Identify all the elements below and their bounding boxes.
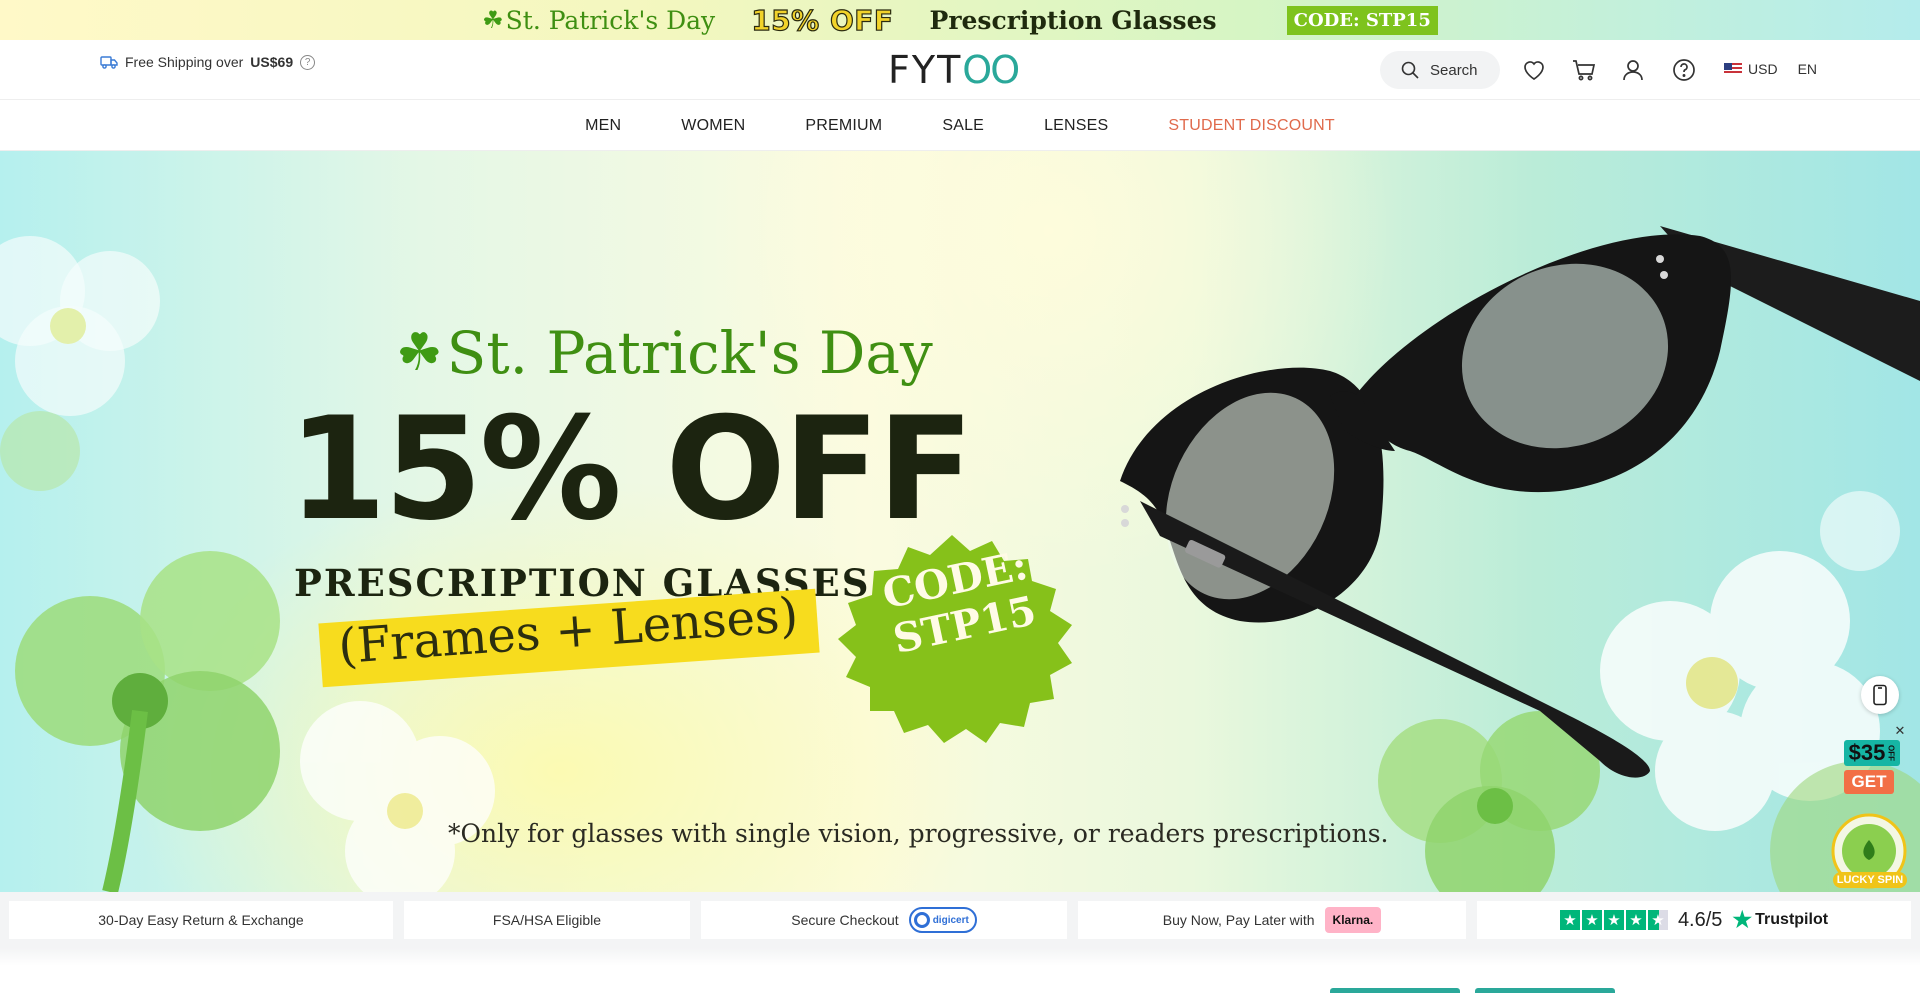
app-download-button[interactable]	[1861, 676, 1899, 714]
star-icon: ★	[1625, 910, 1646, 930]
coupon-close-icon[interactable]: ✕	[1893, 724, 1907, 738]
search-icon	[1401, 61, 1419, 79]
language-label[interactable]: EN	[1798, 61, 1817, 77]
locale-selector[interactable]: USD EN	[1724, 61, 1817, 77]
trustpilot-label: Trustpilot	[1755, 911, 1829, 928]
promo-banner[interactable]: ☘ St. Patrick's Day 15% OFF Prescription…	[0, 0, 1920, 40]
nav-item-lenses[interactable]: LENSES	[1014, 117, 1138, 135]
trust-bnpl[interactable]: Buy Now, Pay Later with Klarna.	[1078, 901, 1466, 939]
currency-label: USD	[1748, 61, 1778, 77]
hero-offer: 15% OFF	[288, 387, 974, 552]
digicert-logo: digicert	[908, 907, 977, 933]
digicert-seal-icon	[913, 912, 930, 928]
hero-banner[interactable]: ☘ St. Patrick's Day 15% OFF PRESCRIPTION…	[0, 151, 1920, 892]
trustpilot-star-icon: ★	[1732, 907, 1753, 932]
klarna-logo: Klarna.	[1324, 907, 1382, 933]
promo-offer: 15% OFF	[751, 3, 894, 37]
trust-bar: 30-Day Easy Return & Exchange FSA/HSA El…	[0, 892, 1920, 948]
free-shipping-notice: Free Shipping over US$69 ?	[100, 54, 316, 70]
star-icon: ★	[1559, 910, 1580, 930]
coupon-get-button[interactable]: GET	[1844, 770, 1894, 794]
nav-item-student-discount[interactable]: STUDENT DISCOUNT	[1138, 117, 1364, 135]
shamrock-icon: ☘	[396, 323, 443, 383]
cart-icon[interactable]	[1571, 57, 1597, 83]
shipping-amount: US$69	[250, 54, 294, 70]
logo-text-end: OO	[962, 48, 1020, 92]
promo-product: Prescription Glasses	[929, 5, 1217, 35]
coupon-off-label: OFF	[1886, 745, 1896, 761]
trust-fsa[interactable]: FSA/HSA Eligible	[404, 901, 690, 939]
nav-item-men[interactable]: MEN	[555, 117, 651, 135]
help-icon[interactable]	[1671, 57, 1697, 83]
promo-code-badge: CODE: STP15	[1286, 5, 1438, 35]
trust-fsa-label: FSA/HSA Eligible	[492, 912, 602, 928]
coupon-amount[interactable]: $35 OFF	[1844, 740, 1900, 766]
digicert-label: digicert	[932, 914, 969, 926]
hero-holiday-text: St. Patrick's Day	[446, 319, 933, 387]
lucky-spin-label[interactable]: LUCKY SPIN	[1833, 872, 1907, 888]
left-flower-decoration	[0, 236, 160, 416]
mobile-phone-icon	[1873, 684, 1887, 706]
next-section-preview	[0, 948, 1920, 993]
rating-value: 4.6/5	[1677, 908, 1723, 931]
star-icon: ★	[1581, 910, 1602, 930]
trust-checkout-label: Secure Checkout	[791, 912, 899, 928]
truck-icon	[100, 56, 118, 69]
section-tab-indicator	[1475, 988, 1615, 993]
rating-stars: ★ ★ ★ ★ ★	[1559, 910, 1668, 930]
heart-icon[interactable]	[1521, 57, 1547, 83]
promo-holiday-text: St. Patrick's Day	[505, 5, 716, 35]
trust-return-label: 30-Day Easy Return & Exchange	[98, 912, 304, 928]
search-label: Search	[1430, 61, 1478, 79]
search-button[interactable]: Search	[1380, 51, 1500, 89]
shipping-label: Free Shipping over	[125, 54, 244, 70]
account-icon[interactable]	[1620, 57, 1646, 83]
hero-disclaimer: *Only for glasses with single vision, pr…	[448, 819, 1389, 848]
star-half-icon: ★	[1647, 910, 1668, 930]
section-tab-indicator	[1330, 988, 1460, 993]
promo-holiday: ☘ St. Patrick's Day	[482, 6, 715, 35]
nav-item-premium[interactable]: PREMIUM	[775, 117, 912, 135]
star-icon: ★	[1603, 910, 1624, 930]
us-flag-icon	[1724, 63, 1742, 75]
trust-rating[interactable]: ★ ★ ★ ★ ★ 4.6/5 ★ Trustpilot	[1477, 901, 1911, 939]
site-logo[interactable]: FYTOO	[888, 48, 1020, 92]
shipping-info-icon[interactable]: ?	[300, 54, 316, 70]
trust-return[interactable]: 30-Day Easy Return & Exchange	[9, 901, 393, 939]
site-header: Free Shipping over US$69 ? FYTOO Search …	[0, 40, 1920, 100]
logo-text-start: FYT	[888, 48, 963, 92]
coupon-amount-value: $35	[1848, 740, 1886, 765]
nav-item-women[interactable]: WOMEN	[651, 117, 775, 135]
trustpilot-logo: ★ Trustpilot	[1732, 907, 1828, 933]
main-nav: MEN WOMEN PREMIUM SALE LENSES STUDENT DI…	[0, 101, 1920, 151]
clover-decoration-left	[0, 411, 280, 892]
trust-checkout[interactable]: Secure Checkout digicert	[701, 901, 1067, 939]
trust-bnpl-label: Buy Now, Pay Later with	[1162, 912, 1315, 928]
nav-item-sale[interactable]: SALE	[912, 117, 1014, 135]
hero-holiday-title: ☘ St. Patrick's Day	[396, 319, 933, 387]
white-flower-bottom-left	[300, 701, 495, 892]
shamrock-icon: ☘	[482, 6, 504, 34]
